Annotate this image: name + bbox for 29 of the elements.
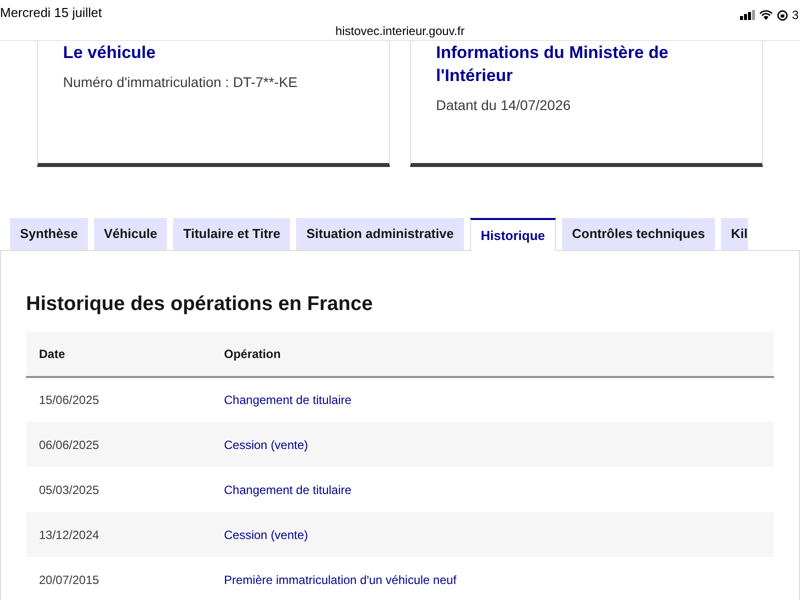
- table-cell: 15/06/2025: [26, 377, 211, 422]
- column-header: Opération: [211, 332, 774, 377]
- card-title[interactable]: Le véhicule: [63, 41, 323, 64]
- wifi-icon: [759, 10, 773, 20]
- battery-percentage: 3: [792, 7, 800, 24]
- tab[interactable]: Contrôles techniques: [562, 218, 715, 250]
- table-cell: Cession (vente): [211, 422, 774, 467]
- table-cell: 20/07/2015: [26, 557, 211, 600]
- table-cell: Première immatriculation d'un véhicule neuf: [211, 557, 774, 600]
- card-subtitle: Numéro d'immatriculation : DT-7**-KE: [63, 73, 299, 92]
- status-date: Mercredi 15 juillet: [0, 4, 102, 22]
- signal-icon: [740, 10, 755, 20]
- table-cell: Changement de titulaire: [211, 467, 774, 512]
- column-header: Date: [26, 332, 211, 377]
- table-cell: 13/12/2024: [26, 512, 211, 557]
- tab[interactable]: Kil: [720, 218, 748, 250]
- card-subtitle: Datant du 14/07/2026: [436, 96, 572, 115]
- tab[interactable]: Historique: [470, 218, 556, 251]
- tab[interactable]: Titulaire et Titre: [173, 218, 290, 250]
- table-cell: 05/03/2025: [26, 467, 211, 512]
- card-title[interactable]: Informations du Ministère de l'Intérieur: [436, 41, 696, 87]
- section-title: Historique des opérations en France: [26, 292, 374, 317]
- url-text[interactable]: histovec.interieur.gouv.fr: [0, 22, 800, 40]
- tab[interactable]: Situation administrative: [296, 218, 464, 250]
- table-cell: 06/06/2025: [26, 422, 211, 467]
- table-cell: Changement de titulaire: [211, 377, 774, 422]
- tab[interactable]: Synthèse: [10, 218, 88, 250]
- tab[interactable]: Véhicule: [94, 218, 168, 250]
- table-cell: Cession (vente): [211, 512, 774, 557]
